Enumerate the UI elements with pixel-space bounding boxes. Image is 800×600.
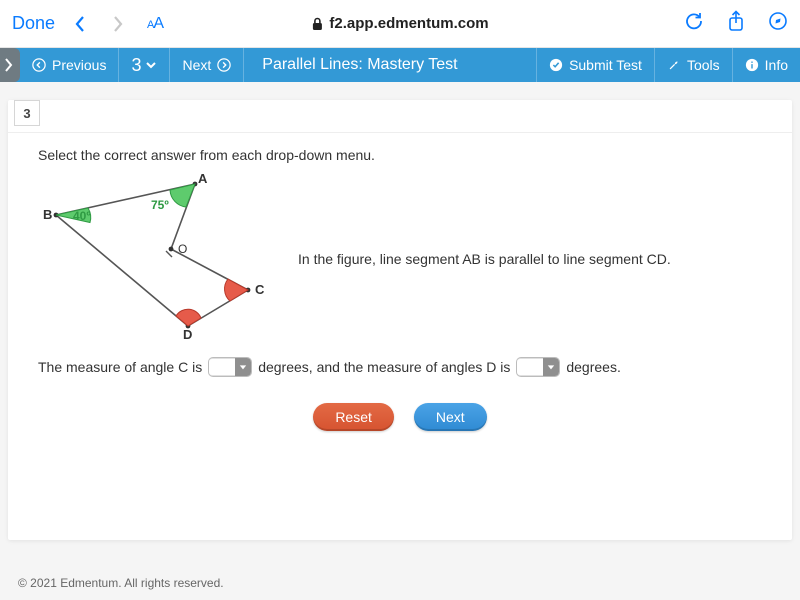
- question-selector[interactable]: 3: [119, 48, 170, 82]
- previous-label: Previous: [52, 57, 106, 73]
- wrench-icon: [667, 58, 681, 72]
- share-button[interactable]: [726, 10, 746, 37]
- instruction-text: Select the correct answer from each drop…: [38, 147, 762, 163]
- previous-button[interactable]: Previous: [24, 48, 119, 82]
- chevron-down-icon: [145, 59, 157, 71]
- browser-bar: Done AA f2.app.edmentum.com: [0, 0, 800, 48]
- address-bar[interactable]: f2.app.edmentum.com: [311, 15, 488, 32]
- check-circle-icon: [549, 58, 563, 72]
- tools-button[interactable]: Tools: [654, 48, 732, 82]
- svg-text:B: B: [43, 207, 52, 222]
- angle-c-dropdown[interactable]: [208, 357, 252, 377]
- svg-text:A: A: [198, 171, 208, 186]
- svg-text:O: O: [178, 242, 187, 256]
- reset-button[interactable]: Reset: [313, 403, 394, 431]
- arrow-right-icon: [217, 58, 231, 72]
- arrow-left-icon: [32, 58, 46, 72]
- footer-text: © 2021 Edmentum. All rights reserved.: [18, 576, 224, 590]
- done-button[interactable]: Done: [12, 13, 55, 34]
- svg-text:75º: 75º: [151, 198, 169, 212]
- text-size-button[interactable]: AA: [147, 15, 163, 33]
- lock-icon: [311, 17, 323, 31]
- answer-text-1: The measure of angle C is: [38, 359, 202, 375]
- app-bar: Previous 3 Next Parallel Lines: Mastery …: [0, 48, 800, 82]
- figure-caption: In the figure, line segment AB is parall…: [298, 251, 671, 267]
- answer-text-3: degrees.: [566, 359, 620, 375]
- submit-test-button[interactable]: Submit Test: [536, 48, 654, 82]
- geometry-figure: A B C D O 75º 40º: [38, 179, 258, 339]
- question-number: 3: [131, 55, 141, 76]
- info-button[interactable]: Info: [732, 48, 800, 82]
- next-label-top: Next: [182, 57, 211, 73]
- reload-button[interactable]: [684, 11, 704, 36]
- question-panel: 3 Select the correct answer from each dr…: [8, 100, 792, 540]
- tools-label: Tools: [687, 57, 720, 73]
- back-button[interactable]: [69, 15, 91, 33]
- answer-text-2: degrees, and the measure of angles D is: [258, 359, 510, 375]
- info-label: Info: [765, 57, 788, 73]
- svg-text:40º: 40º: [73, 209, 91, 223]
- forward-button: [107, 15, 129, 33]
- submit-label: Submit Test: [569, 57, 642, 73]
- drawer-handle[interactable]: [0, 48, 20, 82]
- info-icon: [745, 58, 759, 72]
- compass-button[interactable]: [768, 11, 788, 36]
- next-button-top[interactable]: Next: [170, 48, 244, 82]
- question-badge: 3: [14, 100, 40, 126]
- url-text: f2.app.edmentum.com: [329, 15, 488, 32]
- page-title: Parallel Lines: Mastery Test: [244, 48, 536, 82]
- next-button[interactable]: Next: [414, 403, 487, 431]
- angle-d-dropdown[interactable]: [516, 357, 560, 377]
- svg-text:D: D: [183, 327, 192, 342]
- answer-sentence: The measure of angle C is degrees, and t…: [38, 357, 762, 377]
- svg-text:C: C: [255, 282, 265, 297]
